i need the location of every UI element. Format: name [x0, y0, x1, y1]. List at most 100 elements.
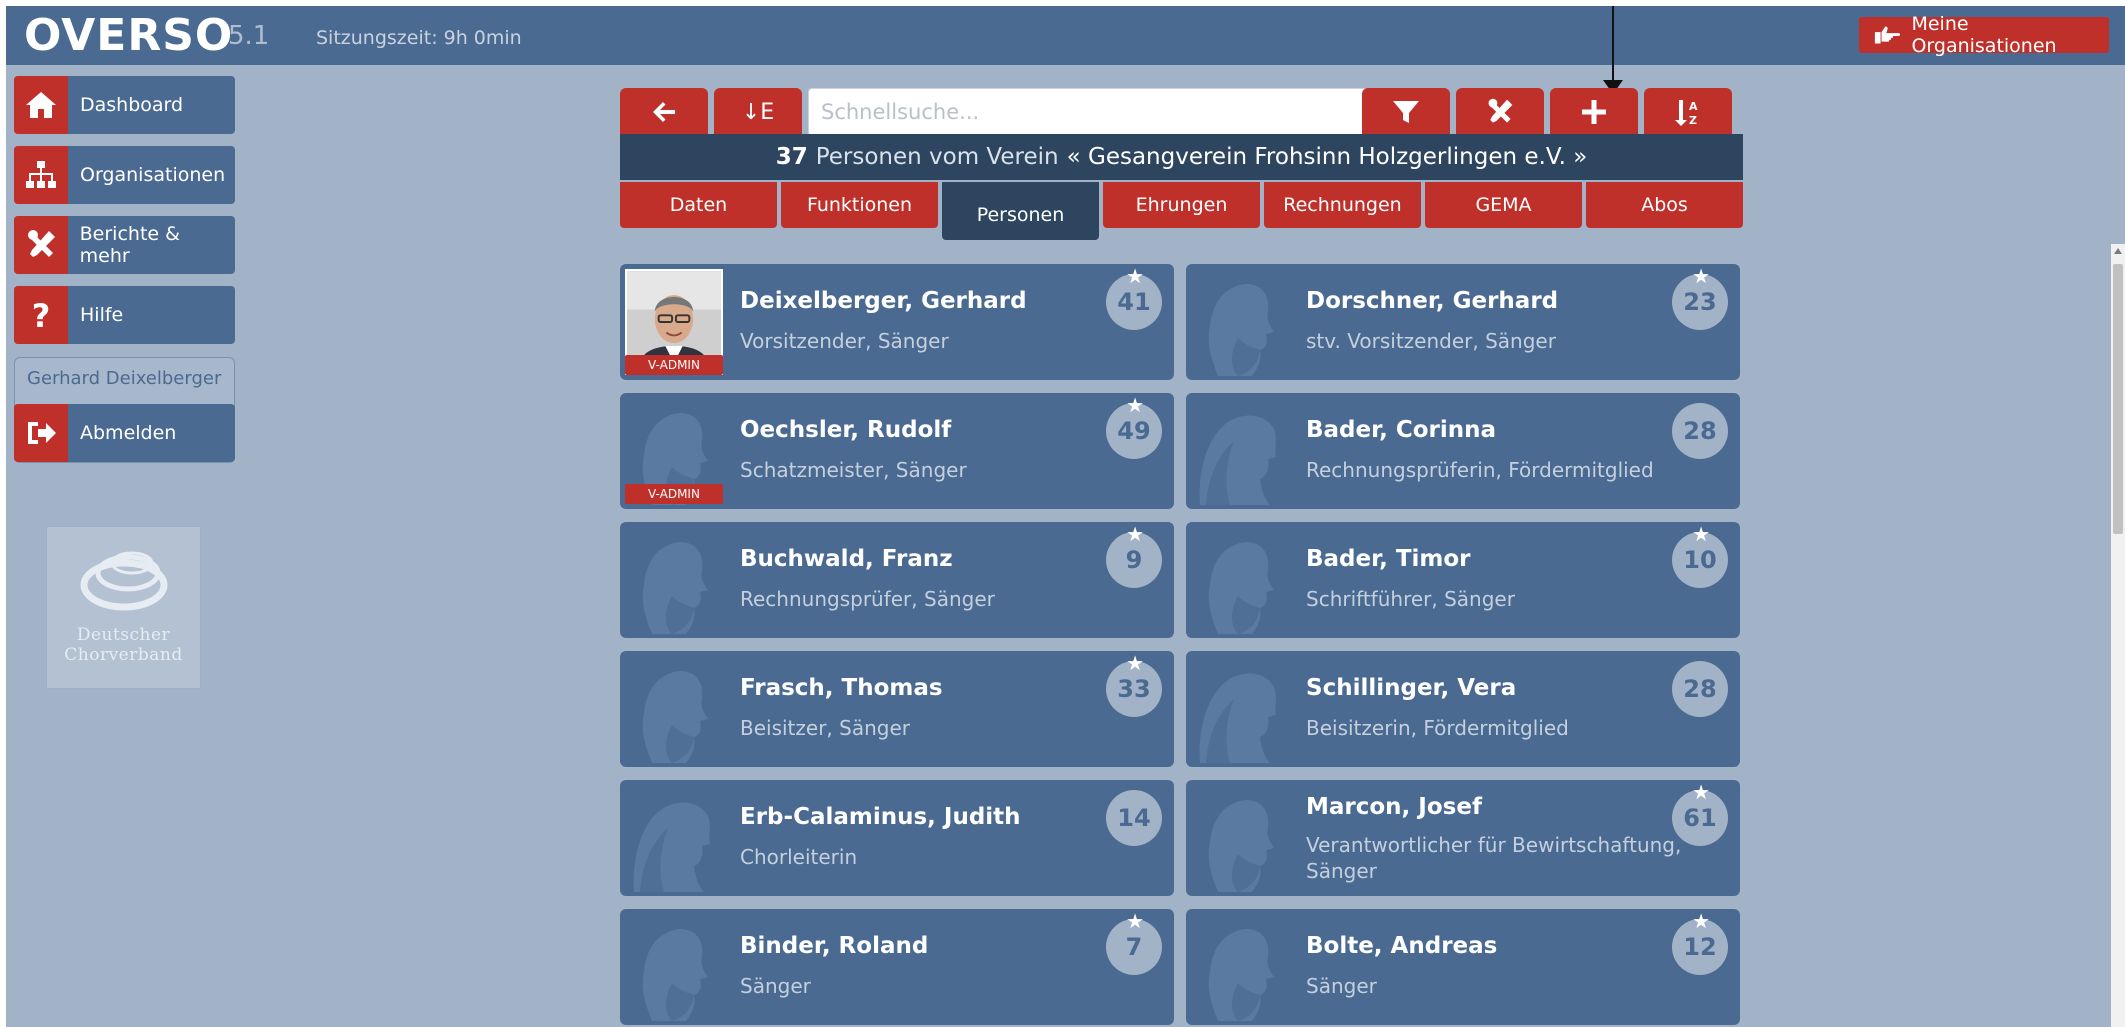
star-icon: ★ — [1126, 522, 1144, 546]
annotation-arrow-line — [1612, 6, 1614, 82]
tab-ehrungen[interactable]: Ehrungen — [1103, 182, 1260, 228]
scroll-up-arrow[interactable] — [2114, 248, 2122, 254]
chorverband-logo-icon — [80, 551, 167, 611]
search-input[interactable] — [808, 88, 1368, 136]
tools-icon — [27, 230, 55, 257]
person-role: Schatzmeister, Sänger — [740, 458, 967, 482]
sidebar-item-organisationen[interactable]: Organisationen — [14, 146, 235, 204]
male-silhouette-icon — [1208, 542, 1274, 634]
person-avatar — [624, 784, 724, 892]
person-name: Bolte, Andreas — [1306, 933, 1498, 959]
person-role: Verantwortlicher für Bewirtschaftung, Sä… — [1306, 833, 1682, 883]
person-card[interactable]: Bader, Corinna Rechnungsprüferin, Förderm… — [1186, 393, 1740, 509]
star-icon: ★ — [1126, 264, 1144, 288]
person-avatar — [1190, 268, 1290, 376]
sidebar-item-dashboard[interactable]: Dashboard — [14, 76, 235, 134]
sort-e-button[interactable]: ↓E — [714, 88, 802, 136]
person-role: Schriftführer, Sänger — [1306, 587, 1515, 611]
tab-personen[interactable]: Personen — [942, 182, 1099, 240]
tools-icon — [1488, 98, 1513, 123]
club-name: « Gesangverein Frohsinn Holzgerlingen e.… — [1066, 144, 1588, 170]
sidebar-item-label: Berichte & mehr — [79, 223, 180, 267]
sidebar-item-berichte[interactable]: Berichte & mehr — [14, 216, 235, 274]
star-icon: ★ — [1126, 651, 1144, 675]
plus-icon — [1582, 100, 1606, 124]
female-silhouette-icon — [633, 802, 710, 892]
person-role: Sänger — [740, 974, 811, 998]
session-time: Sitzungszeit: 9h 0min — [316, 27, 522, 49]
person-name: Deixelberger, Gerhard — [740, 288, 1027, 314]
person-avatar — [1190, 655, 1290, 763]
logout-icon — [28, 422, 56, 444]
logout-button[interactable]: Abmelden — [14, 404, 235, 462]
membership-years-badge: 14 — [1106, 790, 1162, 846]
tools-button[interactable] — [1456, 88, 1544, 136]
tab-daten[interactable]: Daten — [620, 182, 777, 228]
person-card[interactable]: Buchwald, Franz Rechnungsprüfer, Sänger 9 ★ — [620, 522, 1174, 638]
tab-rechnungen[interactable]: Rechnungen — [1264, 182, 1421, 228]
person-role: Rechnungsprüfer, Sänger — [740, 587, 995, 611]
org-chart-icon — [26, 161, 56, 188]
male-silhouette-icon — [1208, 929, 1274, 1021]
person-card[interactable]: Bolte, Andreas Sänger 12 ★ — [1186, 909, 1740, 1025]
scrollbar-thumb[interactable] — [2113, 264, 2123, 534]
sidebar-item-hilfe[interactable]: ? Hilfe — [14, 286, 235, 344]
v-admin-badge: V-ADMIN — [625, 355, 723, 375]
chorverband-line-1: Deutscher — [76, 625, 171, 645]
svg-text:Z: Z — [1689, 114, 1697, 127]
person-count-text: Personen vom Verein — [815, 144, 1059, 170]
app-logo[interactable]: OVERSO — [24, 10, 233, 62]
person-name: Buchwald, Franz — [740, 546, 953, 572]
svg-text:A: A — [1689, 100, 1698, 113]
sidebar-item-label: Organisationen — [80, 164, 226, 186]
filter-icon — [1393, 101, 1419, 123]
add-person-button[interactable] — [1550, 88, 1638, 136]
app-frame: OVERSO 5.1 Sitzungszeit: 9h 0min Meine O… — [6, 6, 2125, 1027]
logout-label: Abmelden — [80, 422, 177, 444]
arrow-left-icon — [653, 102, 675, 122]
back-button[interactable] — [620, 88, 708, 136]
star-icon: ★ — [1692, 909, 1710, 933]
person-card[interactable]: Erb-Calaminus, Judith Chorleiterin 14 — [620, 780, 1174, 896]
star-icon: ★ — [1692, 264, 1710, 288]
person-avatar — [624, 913, 724, 1021]
star-icon: ★ — [1126, 909, 1144, 933]
my-organisations-label: Meine Organisationen — [1911, 13, 2057, 57]
male-silhouette-icon — [1208, 800, 1274, 892]
person-card[interactable]: Binder, Roland Sänger 7 ★ — [620, 909, 1174, 1025]
sort-az-button[interactable]: AZ — [1644, 88, 1732, 136]
person-card[interactable]: Bader, Timor Schriftführer, Sänger 10 ★ — [1186, 522, 1740, 638]
svg-text:?: ? — [32, 298, 51, 332]
person-card[interactable]: Dorschner, Gerhard stv. Vorsitzender, Sän… — [1186, 264, 1740, 380]
person-name: Erb-Calaminus, Judith — [740, 804, 1021, 830]
person-name: Bader, Corinna — [1306, 417, 1496, 443]
chorverband-line-2: Chorverband — [64, 645, 183, 665]
person-name: Dorschner, Gerhard — [1306, 288, 1559, 314]
club-info-bar: 37 Personen vom Verein « Gesangverein Fr… — [620, 134, 1743, 180]
person-card[interactable]: Schillinger, Vera Beisitzerin, Fördermitg… — [1186, 651, 1740, 767]
star-icon: ★ — [1126, 393, 1144, 417]
person-card[interactable]: V-ADMIN Deixelberger, Gerhard Vorsitzender… — [620, 264, 1174, 380]
person-name: Frasch, Thomas — [740, 675, 943, 701]
sidebar-item-label: Dashboard — [80, 94, 184, 116]
sidebar-item-label: Hilfe — [80, 304, 124, 326]
my-organisations-button[interactable]: Meine Organisationen — [1859, 13, 2109, 57]
male-silhouette-icon — [1208, 284, 1274, 376]
person-avatar — [1190, 784, 1290, 892]
person-card[interactable]: Marcon, Josef Verantwortlicher für Bewirt… — [1186, 780, 1740, 896]
membership-years-badge: 28 — [1672, 661, 1728, 717]
person-role: Beisitzer, Sänger — [740, 716, 910, 740]
person-name: Bader, Timor — [1306, 546, 1471, 572]
male-silhouette-icon — [642, 929, 708, 1021]
person-role: Vorsitzender, Sänger — [740, 329, 949, 353]
v-admin-badge: V-ADMIN — [625, 484, 723, 504]
person-name: Marcon, Josef — [1306, 794, 1482, 820]
female-silhouette-icon — [1199, 415, 1276, 505]
membership-years-badge: 28 — [1672, 403, 1728, 459]
person-card[interactable]: Frasch, Thomas Beisitzer, Sänger 33 ★ — [620, 651, 1174, 767]
tab-gema[interactable]: GEMA — [1425, 182, 1582, 228]
filter-button[interactable] — [1362, 88, 1450, 136]
person-card[interactable]: V-ADMIN Oechsler, Rudolf Schatzmeister, Sä… — [620, 393, 1174, 509]
tab-funktionen[interactable]: Funktionen — [781, 182, 938, 228]
tab-abos[interactable]: Abos — [1586, 182, 1743, 228]
